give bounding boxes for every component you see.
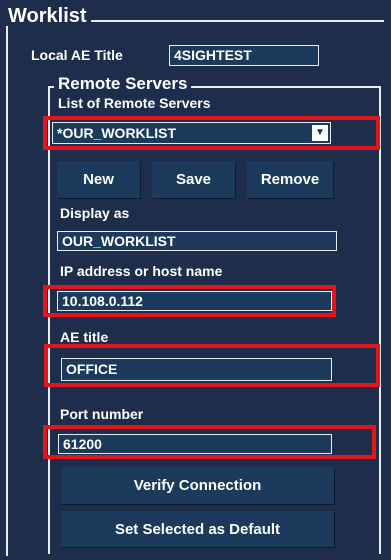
ae-title-label: AE title xyxy=(60,329,109,345)
display-as-label: Display as xyxy=(60,205,130,221)
ip-address-label: IP address or host name xyxy=(60,263,223,279)
highlight-remote-servers-select xyxy=(43,116,380,150)
highlight-port-number-input xyxy=(43,425,376,459)
local-ae-title-label: Local AE Title xyxy=(31,47,123,63)
set-selected-default-button[interactable]: Set Selected as Default xyxy=(61,511,334,547)
remote-servers-group-title: Remote Servers xyxy=(54,75,192,92)
save-button[interactable]: Save xyxy=(152,161,235,198)
port-number-label: Port number xyxy=(60,406,144,422)
highlight-ae-title-input xyxy=(44,344,380,387)
local-ae-title-input[interactable]: 4SIGHTEST xyxy=(169,45,319,66)
remove-button[interactable]: Remove xyxy=(247,161,333,198)
display-as-input[interactable]: OUR_WORKLIST xyxy=(57,231,337,251)
new-button[interactable]: New xyxy=(57,161,140,198)
verify-connection-button[interactable]: Verify Connection xyxy=(61,467,334,504)
worklist-group-title: Worklist xyxy=(4,6,91,26)
remote-servers-list-label: List of Remote Servers xyxy=(58,95,211,111)
highlight-ip-address-input xyxy=(43,285,336,317)
